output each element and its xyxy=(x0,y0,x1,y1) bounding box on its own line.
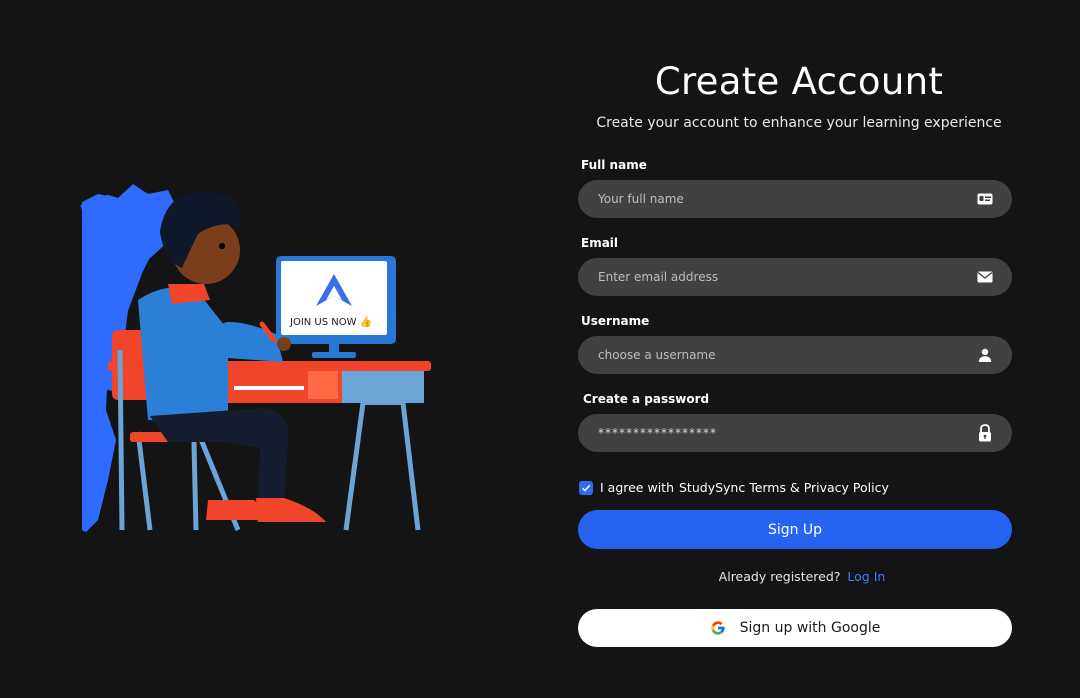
password-label: Create a password xyxy=(583,392,710,406)
google-signup-button[interactable]: Sign up with Google xyxy=(578,609,1012,647)
agree-checkbox[interactable] xyxy=(579,480,593,495)
username-field-container xyxy=(578,336,1012,374)
already-registered: Already registered? Log In xyxy=(578,569,1012,584)
fullname-label: Full name xyxy=(581,158,647,172)
user-icon xyxy=(976,346,994,364)
login-link[interactable]: Log In xyxy=(847,569,885,584)
lock-icon xyxy=(976,424,994,442)
agree-text: I agree with xyxy=(600,480,674,495)
page-title: Create Account xyxy=(654,60,944,103)
agree-row: I agree with StudySync Terms & Privacy P… xyxy=(579,480,1012,495)
monitor-text: JOIN US NOW 👍 xyxy=(289,315,372,328)
fullname-input[interactable] xyxy=(596,191,976,207)
password-field-container xyxy=(578,414,1012,452)
already-text: Already registered? xyxy=(718,569,841,584)
id-card-icon xyxy=(976,190,994,208)
username-label: Username xyxy=(581,314,650,328)
google-signup-label: Sign up with Google xyxy=(739,620,881,636)
signup-button[interactable]: Sign Up xyxy=(578,510,1012,549)
email-field-container xyxy=(578,258,1012,296)
page-subtitle: Create your account to enhance your lear… xyxy=(596,115,1002,131)
username-input[interactable] xyxy=(596,347,976,363)
google-icon xyxy=(710,620,726,636)
email-input[interactable] xyxy=(596,269,976,285)
terms-link[interactable]: StudySync Terms & Privacy Policy xyxy=(679,480,889,495)
check-icon xyxy=(581,484,591,492)
password-input[interactable] xyxy=(596,425,976,441)
envelope-icon xyxy=(976,268,994,286)
hero-illustration: JOIN US NOW 👍 xyxy=(78,180,438,540)
signup-form: Create Account Create your account to en… xyxy=(578,56,1012,647)
email-label: Email xyxy=(581,236,619,250)
fullname-field-container xyxy=(578,180,1012,218)
